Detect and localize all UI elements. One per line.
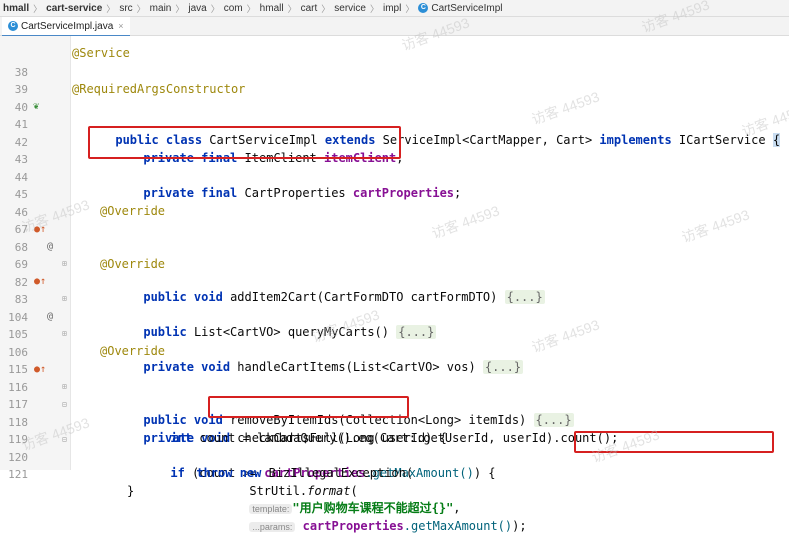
class-icon: C — [418, 2, 429, 13]
breadcrumb-item[interactable]: C CartServiceImpl — [415, 3, 505, 14]
chevron-right-icon: 〉 — [405, 3, 415, 14]
chevron-right-icon: 〉 — [321, 3, 331, 14]
breadcrumb-item[interactable]: cart — [298, 3, 321, 14]
paren: ( — [350, 484, 358, 498]
code-line: 38 @RequiredArgsConstructor — [0, 47, 789, 96]
field-name: cartProperties — [302, 519, 404, 533]
code-line: 121 } — [0, 449, 789, 498]
code-line: 115 — [0, 344, 789, 376]
code-line: 67 — [0, 204, 789, 236]
code-line: 116 ⊟ private void checkCartsFull(Long u… — [0, 362, 789, 445]
code-line: 41 private final ItemClient itemClient; — [0, 99, 789, 165]
code-line: 119 throw new BizIllegalException( — [0, 414, 789, 480]
chevron-right-icon: 〉 — [33, 3, 43, 14]
code-line: 45 @Override — [0, 169, 789, 218]
statement-end: ); — [512, 519, 527, 533]
breadcrumb-item[interactable]: hmall — [0, 3, 32, 14]
breadcrumb-item[interactable]: service — [331, 3, 369, 14]
breadcrumb-item[interactable]: com — [221, 3, 246, 14]
string-literal: "用户购物车课程不能超过{}" — [292, 501, 454, 515]
chevron-right-icon: 〉 — [369, 3, 379, 14]
code-line: 83 @ ⊞ private void handleCartItems(List… — [0, 274, 789, 374]
code-line: 105 @Override — [0, 309, 789, 358]
code-line: 40 — [0, 82, 789, 114]
chevron-right-icon: 〉 — [106, 3, 116, 14]
breadcrumb-item[interactable]: src — [116, 3, 135, 14]
breadcrumb-item-label: CartServiceImpl — [431, 2, 503, 14]
class-ref: StrUtil. — [249, 484, 308, 498]
breadcrumb-item[interactable]: main — [147, 3, 175, 14]
code-line: 82 — [0, 257, 789, 289]
chevron-right-icon: 〉 — [246, 3, 256, 14]
code-line: 104 — [0, 292, 789, 324]
code-line: 39 ❦ public class CartServiceImpl extend… — [0, 64, 789, 147]
breadcrumb-item[interactable]: impl — [380, 3, 404, 14]
chevron-right-icon: 〉 — [136, 3, 146, 14]
param-hint: ...params: — [249, 522, 296, 532]
line-number: 121 — [8, 468, 28, 481]
code-line: @Service — [0, 28, 789, 60]
code-line: 106 ●↑ ⊞ public void removeByItemIds(Col… — [0, 327, 789, 427]
method-call: .getMaxAmount() — [403, 519, 513, 533]
chevron-right-icon: 〉 — [210, 3, 220, 14]
chevron-right-icon: 〉 — [287, 3, 297, 14]
breadcrumb-item[interactable]: java — [185, 3, 209, 14]
code-line: 46 ●↑ @ ⊞ public void addItem2Cart(CartF… — [0, 187, 789, 304]
code-editor[interactable]: @Service 38 @RequiredArgsConstructor 39 … — [0, 0, 789, 533]
code-line: 69 ●↑ ⊞ public List<CartVO> queryMyCarts… — [0, 239, 789, 339]
code-line: 117 int count = lambdaQuery().eq(Cart::g… — [0, 379, 789, 445]
chevron-right-icon: 〉 — [175, 3, 185, 14]
comma: , — [453, 501, 468, 515]
code-line: 68 @Override — [0, 222, 789, 271]
breadcrumb-item[interactable]: hmall — [257, 3, 287, 14]
code-line: 44 — [0, 152, 789, 184]
param-hint: template: — [249, 504, 293, 514]
brace: } — [127, 484, 135, 498]
breadcrumb-item[interactable]: cart-service — [43, 3, 105, 14]
method-call: format — [307, 484, 351, 498]
